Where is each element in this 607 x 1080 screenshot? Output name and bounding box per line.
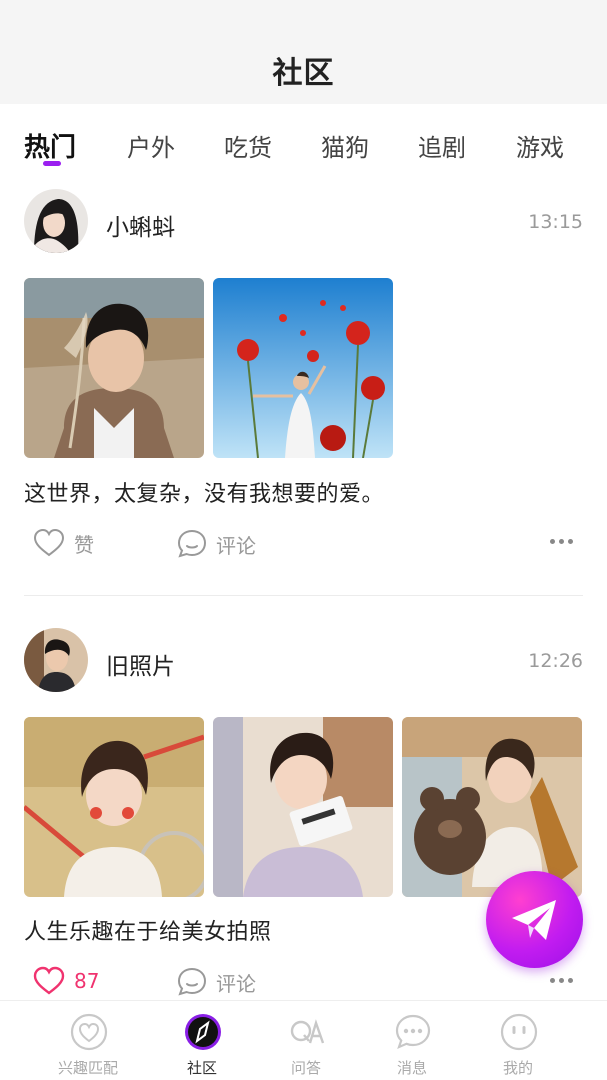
nav-label: 消息 xyxy=(396,1059,427,1077)
like-label: 赞 xyxy=(74,532,94,557)
comment-button[interactable]: 评论 xyxy=(176,966,256,998)
profile-face-icon xyxy=(500,1013,538,1051)
heart-bubble-icon xyxy=(70,1013,108,1051)
post-photo[interactable] xyxy=(402,717,582,897)
heart-icon xyxy=(33,966,65,995)
heart-icon xyxy=(33,528,65,557)
category-tabs: 热门 户外 吃货 猫狗 追剧 游戏 xyxy=(0,104,607,176)
compass-icon xyxy=(185,1014,221,1050)
like-count: 87 xyxy=(74,969,100,993)
tab-drama[interactable]: 追剧 xyxy=(418,128,466,163)
nav-profile[interactable]: 我的 xyxy=(468,1001,568,1080)
tab-hot[interactable]: 热门 xyxy=(24,127,76,164)
username[interactable]: 旧照片 xyxy=(106,647,175,681)
post-photo[interactable] xyxy=(24,717,204,897)
nav-interest-match[interactable]: 兴趣匹配 xyxy=(38,1001,138,1080)
qa-icon xyxy=(290,1019,325,1044)
tab-foodie[interactable]: 吃货 xyxy=(224,128,272,163)
avatar[interactable] xyxy=(24,189,88,253)
active-tab-indicator xyxy=(43,161,61,166)
comment-label: 评论 xyxy=(216,971,256,996)
post-divider xyxy=(24,595,583,596)
avatar[interactable] xyxy=(24,628,88,692)
nav-qa[interactable]: 问答 xyxy=(256,1001,356,1080)
compose-post-button[interactable] xyxy=(486,871,583,968)
like-button[interactable]: 赞 xyxy=(32,528,94,558)
paper-plane-icon xyxy=(511,899,556,940)
post-photo[interactable] xyxy=(213,278,393,458)
like-button[interactable]: 87 xyxy=(32,966,99,996)
post-caption: 人生乐趣在于给美女拍照 xyxy=(24,920,272,945)
more-options-icon[interactable] xyxy=(550,539,573,544)
bottom-nav: 兴趣匹配 社区 问答 消息 我的 xyxy=(0,1000,607,1080)
comment-bubble-icon xyxy=(177,967,207,996)
tab-outdoor[interactable]: 户外 xyxy=(127,128,175,163)
nav-label: 问答 xyxy=(290,1059,321,1077)
tab-pets[interactable]: 猫狗 xyxy=(321,128,369,163)
message-icon xyxy=(395,1014,431,1049)
comment-bubble-icon xyxy=(177,529,207,558)
nav-label: 兴趣匹配 xyxy=(57,1059,118,1077)
username[interactable]: 小蝌蚪 xyxy=(106,208,175,242)
more-options-icon[interactable] xyxy=(550,978,573,983)
tab-games[interactable]: 游戏 xyxy=(516,128,564,163)
nav-label: 社区 xyxy=(186,1059,217,1077)
top-bar: 社区 xyxy=(0,0,607,104)
post-time: 13:15 xyxy=(528,211,583,233)
page-title: 社区 xyxy=(272,56,335,91)
post-photo[interactable] xyxy=(213,717,393,897)
comment-label: 评论 xyxy=(216,533,256,558)
nav-community[interactable]: 社区 xyxy=(152,1001,252,1080)
comment-button[interactable]: 评论 xyxy=(176,528,256,560)
nav-messages[interactable]: 消息 xyxy=(362,1001,462,1080)
post-time: 12:26 xyxy=(528,650,583,672)
post-caption: 这世界，太复杂，没有我想要的爱。 xyxy=(24,482,385,507)
post-photo[interactable] xyxy=(24,278,204,458)
nav-label: 我的 xyxy=(502,1059,533,1077)
